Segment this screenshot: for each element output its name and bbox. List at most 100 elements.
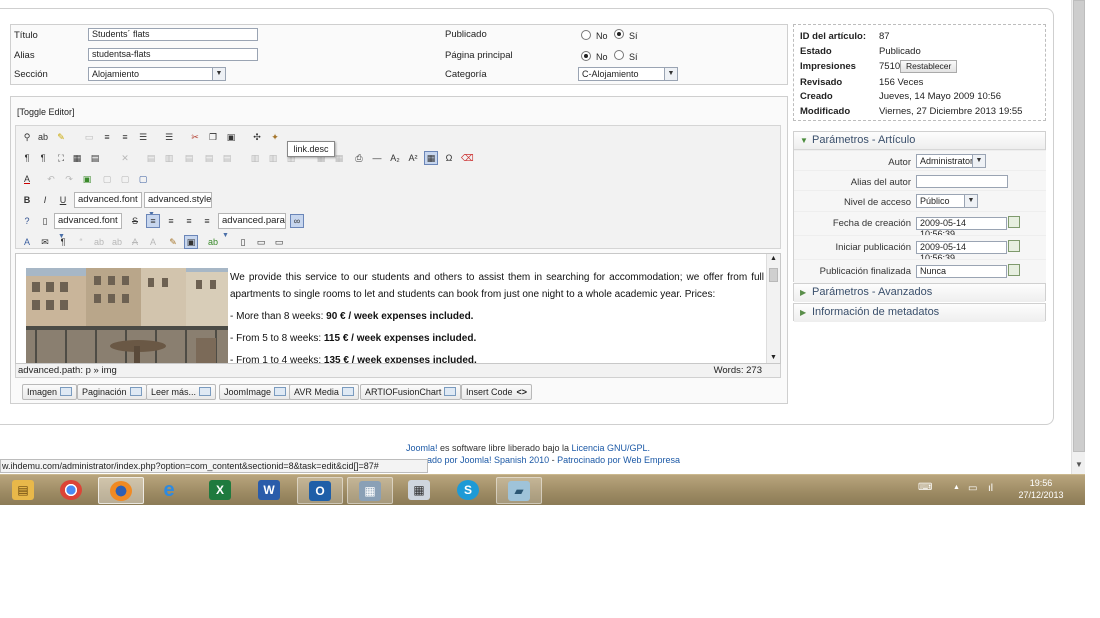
insert-col-icon[interactable]: ▥ bbox=[248, 151, 262, 165]
page-break-icon[interactable]: ▭ bbox=[254, 235, 268, 249]
published-yes-radio[interactable] bbox=[614, 29, 624, 39]
fullscreen-toggle-icon[interactable]: ⛶ bbox=[54, 151, 68, 165]
readmore-button[interactable]: Leer más... bbox=[146, 384, 217, 400]
align-right-icon[interactable]: ≡ bbox=[182, 214, 196, 228]
insert-image-icon[interactable]: ▣ bbox=[80, 172, 94, 186]
citation-icon[interactable]: “ bbox=[74, 235, 88, 249]
paragraph-marks-icon[interactable]: ¶ bbox=[56, 235, 70, 249]
title-input[interactable]: Students´ flats bbox=[88, 28, 258, 41]
attributes-icon[interactable]: ✎ bbox=[166, 235, 180, 249]
preview-icon[interactable]: ▦ bbox=[70, 151, 84, 165]
special-char-icon[interactable]: Ω bbox=[442, 151, 456, 165]
scroll-down-icon[interactable]: ▼ bbox=[1075, 460, 1083, 469]
frontpage-yes-radio[interactable] bbox=[614, 50, 624, 60]
italic-icon[interactable]: I bbox=[38, 193, 52, 207]
excel-icon[interactable]: X bbox=[198, 477, 244, 504]
frontpage-no-radio[interactable] bbox=[581, 51, 591, 61]
section-select[interactable]: Alojamiento ▼ bbox=[88, 67, 226, 81]
table-row-icon[interactable]: ▤ bbox=[144, 151, 158, 165]
advanced-params-panel[interactable]: ▶ Parámetros - Avanzados bbox=[793, 283, 1046, 302]
help-icon[interactable]: ? bbox=[20, 214, 34, 228]
system-clock[interactable]: 19:56 27/12/2013 bbox=[1010, 477, 1072, 501]
superscript-icon[interactable]: A² bbox=[406, 151, 420, 165]
author-alias-input[interactable] bbox=[916, 175, 1008, 188]
highlight-icon[interactable]: ✎ bbox=[54, 130, 68, 144]
ltr-icon[interactable]: ¶ bbox=[20, 151, 34, 165]
acronym-icon[interactable]: ab bbox=[110, 235, 124, 249]
underline-icon[interactable]: U bbox=[56, 193, 70, 207]
font-size-select[interactable]: advanced.font ▼ bbox=[54, 213, 122, 240]
insert-code-button[interactable]: Insert Code <> bbox=[461, 384, 533, 400]
align-left-icon[interactable]: ≡ bbox=[146, 214, 160, 228]
scroll-down-icon[interactable]: ▼ bbox=[770, 354, 777, 361]
delete-row-icon[interactable]: ▤ bbox=[202, 151, 216, 165]
outdent-icon[interactable]: ≡ bbox=[118, 130, 132, 144]
paste-icon[interactable]: ▣ bbox=[224, 130, 238, 144]
apartment-photo[interactable] bbox=[26, 268, 228, 364]
insert-row-icon[interactable]: ▤ bbox=[182, 151, 196, 165]
signal-icon[interactable]: ıl bbox=[988, 483, 993, 494]
paragraph-select[interactable]: advanced.para ▼ bbox=[218, 213, 286, 239]
remove-format-icon[interactable]: ⌫ bbox=[460, 151, 474, 165]
horizontal-rule-icon[interactable]: — bbox=[370, 151, 384, 165]
firefox-icon[interactable]: ​ bbox=[98, 477, 144, 504]
cut-icon[interactable]: ✂ bbox=[188, 130, 202, 144]
access-select[interactable]: Público ▼ bbox=[916, 194, 978, 208]
end-publish-input[interactable]: Nunca bbox=[916, 265, 1007, 278]
layer-props-icon[interactable]: ▢ bbox=[118, 172, 132, 186]
template-icon[interactable]: ▤ bbox=[88, 151, 102, 165]
spell-icon[interactable]: ab bbox=[206, 235, 220, 249]
calendar-icon[interactable] bbox=[1008, 240, 1020, 252]
delete-icon[interactable]: ✕ bbox=[118, 151, 132, 165]
editor-scrollbar-thumb[interactable] bbox=[769, 268, 778, 282]
toggle-editor-link[interactable]: [Toggle Editor] bbox=[17, 107, 75, 117]
new-document-icon[interactable]: ▯ bbox=[38, 214, 52, 228]
link-icon[interactable]: ∞ bbox=[290, 214, 304, 228]
spanish-link[interactable]: ado por Joomla! Spanish 2010 bbox=[427, 455, 549, 465]
page-scrollbar[interactable]: ▼ bbox=[1071, 0, 1085, 474]
created-date-input[interactable]: 2009-05-14 10:56:39 bbox=[916, 217, 1007, 239]
insert-layer-icon[interactable]: ▢ bbox=[100, 172, 114, 186]
license-link[interactable]: Licencia GNU/GPL. bbox=[572, 443, 651, 453]
joomla-link[interactable]: Joomla! bbox=[406, 443, 438, 453]
start-publish-input[interactable]: 2009-05-14 10:56:39 bbox=[916, 241, 1007, 263]
print-icon[interactable]: ⎙ bbox=[352, 151, 366, 165]
delete-col-icon[interactable]: ▥ bbox=[266, 151, 280, 165]
media-icon[interactable]: ▭ bbox=[272, 235, 286, 249]
tray-expand-icon[interactable]: ▲ bbox=[953, 484, 960, 491]
fullscreen-icon[interactable]: ▭ bbox=[82, 130, 96, 144]
ie-icon[interactable]: e bbox=[147, 477, 193, 504]
visual-aid-icon[interactable]: ▦ bbox=[424, 151, 438, 165]
calculator-icon[interactable]: ▦ bbox=[397, 477, 443, 504]
bold-icon[interactable]: B bbox=[20, 193, 34, 207]
category-select[interactable]: C-Alojamiento ▼ bbox=[578, 67, 678, 81]
keyboard-icon[interactable]: ⌨ bbox=[918, 482, 932, 493]
documents-icon[interactable]: ▦ bbox=[347, 477, 393, 504]
metadata-header[interactable]: ▶ Información de metadatos bbox=[794, 304, 1045, 322]
fusionchart-button[interactable]: ARTIOFusionChart bbox=[360, 384, 462, 400]
paste-special-icon[interactable]: ✣ bbox=[250, 130, 264, 144]
network-icon[interactable]: ▭ bbox=[968, 483, 977, 494]
redo-icon[interactable]: ↷ bbox=[62, 172, 76, 186]
editor-scrollbar[interactable]: ▲ ▼ bbox=[766, 254, 780, 363]
pagebreak-button[interactable]: Paginación bbox=[77, 384, 147, 400]
sponsor-link[interactable]: Patrocinado por Web Empresa bbox=[557, 455, 680, 465]
bullet-list-icon[interactable]: ☰ bbox=[162, 130, 176, 144]
editor-content[interactable]: We provide this service to our students … bbox=[15, 253, 781, 364]
indent-icon[interactable]: ≡ bbox=[100, 130, 114, 144]
advanced-params-header[interactable]: ▶ Parámetros - Avanzados bbox=[794, 284, 1045, 302]
reset-hits-button[interactable]: Restablecer bbox=[900, 60, 958, 73]
author-select[interactable]: Administrator ▼ bbox=[916, 154, 986, 168]
nonbreaking-icon[interactable]: ▯ bbox=[236, 235, 250, 249]
image-button[interactable]: Imagen bbox=[22, 384, 78, 400]
split-cell-icon[interactable]: ▤ bbox=[220, 151, 234, 165]
article-text[interactable]: We provide this service to our students … bbox=[230, 269, 764, 363]
insertion-icon[interactable]: A bbox=[146, 235, 160, 249]
explorer-icon[interactable]: ▤ bbox=[1, 477, 47, 504]
copy-icon[interactable]: ❐ bbox=[206, 130, 220, 144]
absolute-layer-icon[interactable]: ▢ bbox=[136, 172, 150, 186]
page-scrollbar-thumb[interactable] bbox=[1073, 0, 1085, 452]
article-params-header[interactable]: ▼ Parámetros - Artículo bbox=[794, 132, 1045, 150]
strikethrough-icon[interactable]: S bbox=[128, 214, 142, 228]
table-col-icon[interactable]: ▥ bbox=[162, 151, 176, 165]
